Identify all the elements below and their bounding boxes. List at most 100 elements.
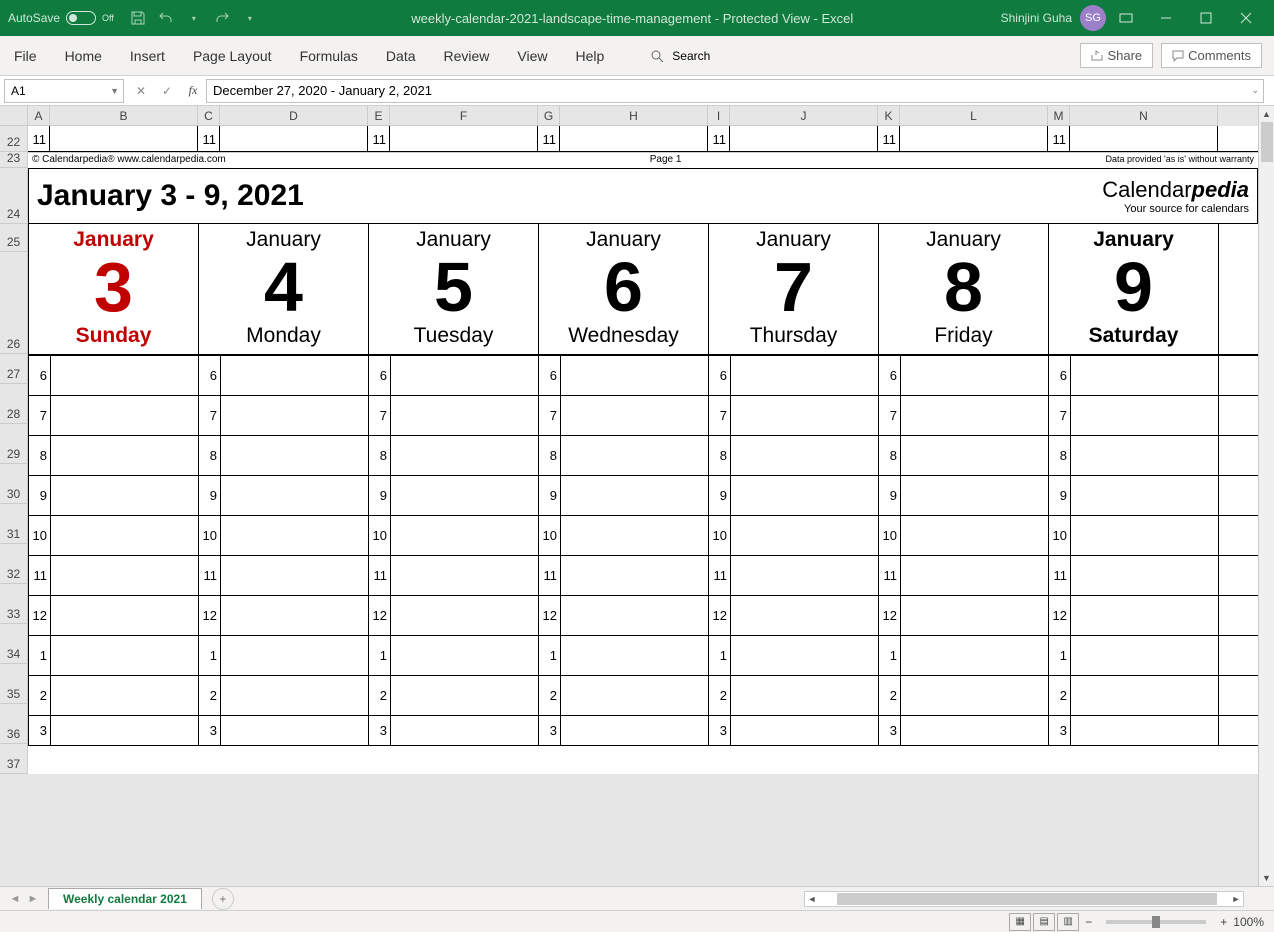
enter-formula-icon[interactable]: ✓ [154, 79, 180, 103]
add-sheet-button[interactable]: + [212, 888, 234, 910]
cancel-formula-icon[interactable]: ✕ [128, 79, 154, 103]
calendar-cell[interactable] [391, 396, 539, 435]
hour-cell[interactable]: 11 [368, 126, 390, 152]
hour-cell[interactable]: 10 [539, 516, 561, 555]
page-layout-view-icon[interactable]: ▤ [1033, 913, 1055, 931]
hour-cell[interactable]: 7 [879, 396, 901, 435]
row-header[interactable]: 36 [0, 704, 28, 744]
row-header[interactable]: 37 [0, 744, 28, 774]
hour-cell[interactable]: 3 [369, 716, 391, 745]
prev-sheet-icon[interactable]: ◄ [6, 893, 24, 905]
calendar-cell[interactable] [731, 356, 879, 395]
row-header[interactable]: 31 [0, 504, 28, 544]
hour-cell[interactable]: 6 [369, 356, 391, 395]
calendar-cell[interactable] [900, 126, 1048, 151]
hour-cell[interactable]: 11 [1048, 126, 1070, 152]
tab-help[interactable]: Help [574, 42, 607, 70]
undo-dropdown-icon[interactable]: ▾ [182, 6, 206, 30]
sheet-tab-active[interactable]: Weekly calendar 2021 [48, 888, 202, 909]
row-header[interactable]: 32 [0, 544, 28, 584]
fx-icon[interactable]: fx [180, 79, 206, 103]
redo-icon[interactable] [210, 6, 234, 30]
calendar-cell[interactable] [561, 676, 709, 715]
name-box[interactable]: A1 ▼ [4, 79, 124, 103]
calendar-cell[interactable] [51, 676, 199, 715]
calendar-cell[interactable] [1070, 126, 1218, 151]
calendar-cell[interactable] [391, 476, 539, 515]
scroll-down-icon[interactable]: ▼ [1259, 870, 1274, 886]
tab-view[interactable]: View [515, 42, 549, 70]
undo-icon[interactable] [154, 6, 178, 30]
hour-cell[interactable]: 11 [28, 126, 50, 152]
share-button[interactable]: Share [1080, 43, 1153, 68]
hour-cell[interactable]: 9 [29, 476, 51, 515]
hour-cell[interactable]: 12 [539, 596, 561, 635]
hour-cell[interactable]: 8 [879, 436, 901, 475]
calendar-cell[interactable] [561, 716, 709, 745]
calendar-cell[interactable] [561, 556, 709, 595]
hour-cell[interactable]: 12 [29, 596, 51, 635]
save-icon[interactable] [126, 6, 150, 30]
hour-cell[interactable]: 8 [369, 436, 391, 475]
hour-cell[interactable]: 7 [709, 396, 731, 435]
calendar-cell[interactable] [1071, 356, 1219, 395]
hour-cell[interactable]: 11 [199, 556, 221, 595]
zoom-level[interactable]: 100% [1233, 915, 1264, 929]
calendar-cell[interactable] [731, 596, 879, 635]
hour-cell[interactable]: 11 [539, 556, 561, 595]
calendar-cell[interactable] [561, 476, 709, 515]
calendar-cell[interactable] [221, 636, 369, 675]
calendar-cell[interactable] [901, 516, 1049, 555]
hour-cell[interactable]: 7 [1049, 396, 1071, 435]
hour-cell[interactable]: 7 [539, 396, 561, 435]
column-header[interactable]: K [878, 106, 900, 126]
hour-cell[interactable]: 8 [29, 436, 51, 475]
calendar-cell[interactable] [901, 356, 1049, 395]
hour-cell[interactable]: 3 [709, 716, 731, 745]
hour-cell[interactable]: 9 [879, 476, 901, 515]
calendar-cell[interactable] [561, 636, 709, 675]
calendar-cell[interactable] [50, 126, 198, 151]
column-header[interactable]: L [900, 106, 1048, 126]
hour-cell[interactable]: 8 [709, 436, 731, 475]
sheet-content[interactable]: 11111111111111 © Calendarpedia® www.cale… [28, 126, 1258, 774]
hour-cell[interactable]: 6 [199, 356, 221, 395]
hour-cell[interactable]: 1 [709, 636, 731, 675]
calendar-cell[interactable] [1071, 676, 1219, 715]
calendar-cell[interactable] [51, 356, 199, 395]
hour-cell[interactable]: 11 [878, 126, 900, 152]
calendar-cell[interactable] [1071, 636, 1219, 675]
formula-input[interactable]: December 27, 2020 - January 2, 2021 ⌄ [206, 79, 1264, 103]
column-header[interactable]: G [538, 106, 560, 126]
row-header[interactable]: 24 [0, 168, 28, 224]
scroll-right-icon[interactable]: ► [1229, 894, 1243, 904]
calendar-cell[interactable] [51, 636, 199, 675]
calendar-cell[interactable] [1071, 716, 1219, 745]
hour-cell[interactable]: 1 [879, 636, 901, 675]
hour-cell[interactable]: 11 [538, 126, 560, 152]
calendar-cell[interactable] [561, 596, 709, 635]
row-header[interactable]: 35 [0, 664, 28, 704]
row-header[interactable]: 33 [0, 584, 28, 624]
calendar-cell[interactable] [221, 596, 369, 635]
scroll-thumb[interactable] [1261, 122, 1273, 162]
hour-cell[interactable]: 10 [29, 516, 51, 555]
hour-cell[interactable]: 10 [879, 516, 901, 555]
normal-view-icon[interactable]: ▦ [1009, 913, 1031, 931]
row-header[interactable]: 29 [0, 424, 28, 464]
hour-cell[interactable]: 6 [1049, 356, 1071, 395]
calendar-cell[interactable] [901, 436, 1049, 475]
hour-cell[interactable]: 11 [369, 556, 391, 595]
row-header[interactable]: 22 [0, 126, 28, 152]
calendar-cell[interactable] [1071, 516, 1219, 555]
customize-qat-icon[interactable]: ▾ [238, 6, 262, 30]
calendar-cell[interactable] [1071, 556, 1219, 595]
hour-cell[interactable]: 11 [879, 556, 901, 595]
hour-cell[interactable]: 11 [1049, 556, 1071, 595]
row-header[interactable]: 23 [0, 152, 28, 168]
calendar-cell[interactable] [51, 596, 199, 635]
row-header[interactable]: 30 [0, 464, 28, 504]
calendar-cell[interactable] [731, 676, 879, 715]
calendar-cell[interactable] [391, 436, 539, 475]
chevron-down-icon[interactable]: ⌄ [1251, 85, 1259, 96]
